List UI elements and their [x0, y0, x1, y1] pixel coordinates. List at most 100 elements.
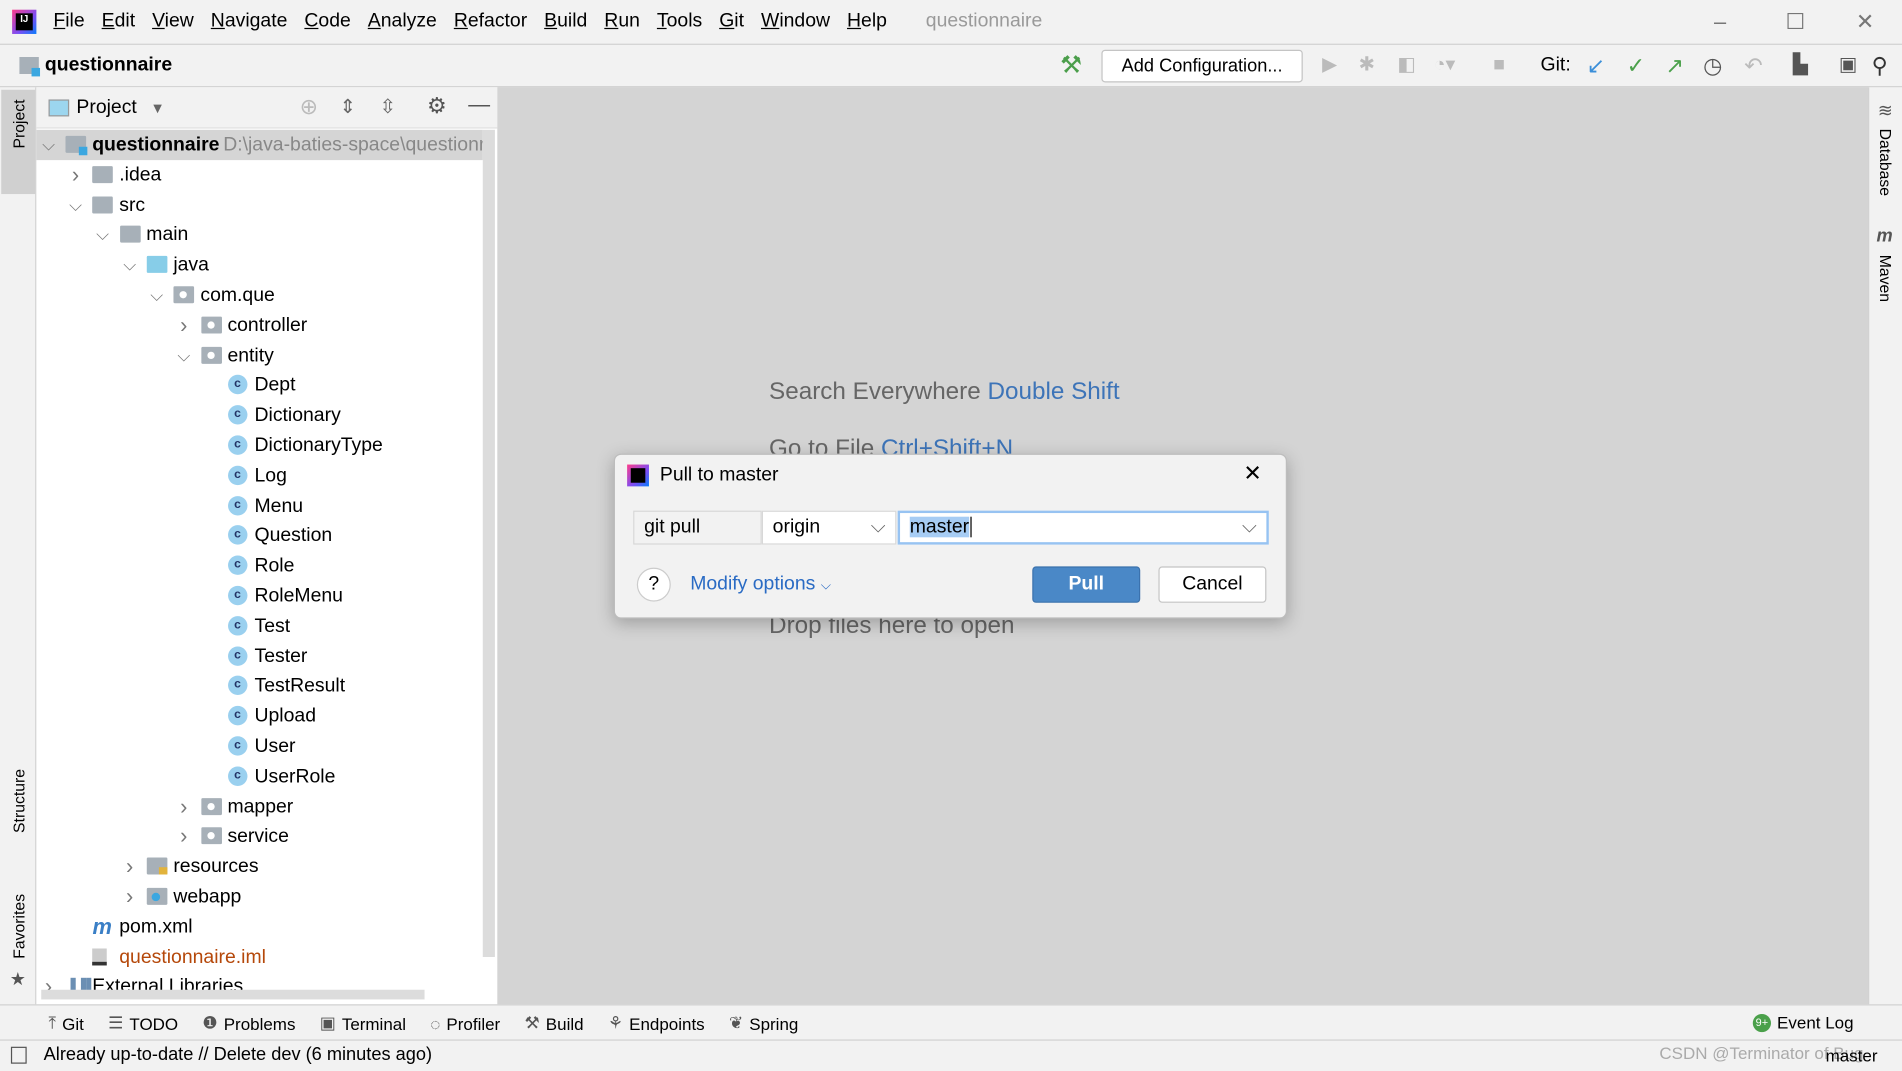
menu-git[interactable]: Git [719, 11, 744, 33]
project-view-selector[interactable]: Project [76, 97, 136, 119]
project-name[interactable]: questionnaire [45, 55, 172, 77]
menu-run[interactable]: Run [604, 11, 640, 33]
add-configuration-button[interactable]: Add Configuration... [1101, 49, 1303, 83]
chevron-right-icon[interactable]: › [176, 792, 191, 822]
tree-item[interactable]: c DictionaryType [36, 431, 482, 461]
modify-options-link[interactable]: Modify options ⌵ [690, 574, 831, 596]
collapse-all-icon[interactable]: ⇳ [380, 95, 396, 119]
tab-favorites[interactable]: Favorites [10, 894, 28, 959]
menu-help[interactable]: Help [847, 11, 887, 33]
maximize-button[interactable]: ☐ [1786, 10, 1806, 35]
chevron-right-icon[interactable]: › [176, 310, 191, 340]
menu-edit[interactable]: Edit [102, 11, 135, 33]
tree-item[interactable]: c Dictionary [36, 400, 482, 430]
menu-analyze[interactable]: Analyze [368, 11, 437, 33]
menu-file[interactable]: File [53, 11, 84, 33]
tab-terminal[interactable]: ▣ Terminal [320, 1013, 406, 1034]
chevron-down-icon[interactable]: ⌵ [1242, 513, 1257, 542]
tree-item[interactable]: › webapp [36, 882, 482, 912]
tree-item[interactable]: questionnaire.iml [36, 942, 482, 972]
tree-vertical-scrollbar[interactable] [482, 129, 495, 957]
tree-item[interactable]: c TestResult [36, 671, 482, 701]
tab-profiler[interactable]: ◌ Profiler [430, 1013, 500, 1032]
tree-item[interactable]: c Question [36, 521, 482, 551]
search-icon[interactable]: ⚲ [1872, 55, 1888, 77]
menu-refactor[interactable]: Refactor [454, 11, 527, 33]
stop-icon[interactable]: ■ [1493, 55, 1505, 77]
chevron-right-icon[interactable]: › [122, 882, 137, 912]
tab-problems[interactable]: ❶ Problems [202, 1013, 295, 1034]
tree-item[interactable]: c Menu [36, 491, 482, 521]
tree-item[interactable]: c Role [36, 551, 482, 581]
chevron-down-icon[interactable]: ⌵ [68, 190, 83, 220]
menu-code[interactable]: Code [304, 11, 350, 33]
menu-build[interactable]: Build [544, 11, 587, 33]
tree-item[interactable]: › service [36, 822, 482, 852]
git-history-icon[interactable]: ◷ [1703, 55, 1722, 77]
coverage-icon[interactable]: ◧ [1397, 55, 1415, 77]
tree-item[interactable]: ⌵ src [36, 190, 482, 220]
pull-button[interactable]: Pull [1032, 566, 1141, 603]
build-hammer-icon[interactable]: ⚒ [1060, 53, 1082, 77]
chevron-down-icon[interactable]: ⌵ [41, 130, 56, 160]
tree-item[interactable]: ⌵ entity [36, 340, 482, 370]
project-structure-icon[interactable]: ▙ [1793, 55, 1808, 77]
tree-item[interactable]: ⌵ java [36, 250, 482, 280]
git-commit-icon[interactable]: ✓ [1627, 55, 1645, 77]
remote-select[interactable]: origin ⌵ [761, 510, 897, 545]
tree-item[interactable]: c Tester [36, 641, 482, 671]
tree-item[interactable]: c Upload [36, 701, 482, 731]
gear-icon[interactable]: ⚙ [427, 93, 447, 118]
chevron-down-icon[interactable]: ⌵ [149, 280, 164, 310]
close-window-button[interactable]: ✕ [1856, 10, 1874, 35]
git-update-icon[interactable]: ↙ [1587, 55, 1605, 77]
debug-icon[interactable]: ✱ [1359, 55, 1375, 77]
tree-item[interactable]: › .idea [36, 160, 482, 190]
menu-window[interactable]: Window [761, 11, 830, 33]
chevron-down-icon[interactable]: ⌵ [122, 250, 137, 280]
tab-project[interactable]: Project [10, 99, 28, 148]
tree-item[interactable]: c User [36, 731, 482, 761]
tab-build[interactable]: ⚒ Build [524, 1013, 583, 1034]
tree-horizontal-scrollbar[interactable] [41, 989, 425, 1000]
chevron-down-icon[interactable]: ⌵ [95, 220, 110, 250]
chevron-right-icon[interactable]: › [176, 822, 191, 852]
run-icon[interactable]: ▶ [1322, 55, 1337, 77]
panel-toggle-icon[interactable] [10, 1046, 27, 1064]
hide-panel-icon[interactable]: — [468, 92, 490, 117]
tree-item[interactable]: › controller [36, 310, 482, 340]
tab-spring[interactable]: ❦ Spring [729, 1013, 798, 1034]
status-message[interactable]: Already up-to-date // Delete dev (6 minu… [44, 1044, 432, 1065]
tab-todo[interactable]: ☰ TODO [108, 1013, 178, 1034]
tree-item[interactable]: ⌵ com.que [36, 280, 482, 310]
tab-structure[interactable]: Structure [10, 769, 28, 833]
tab-endpoints[interactable]: ⚘ Endpoints [608, 1013, 705, 1034]
git-rollback-icon[interactable]: ↶ [1744, 55, 1762, 77]
tree-item[interactable]: ⌵ questionnaire D:\java-baties-space\quest… [36, 129, 490, 161]
tree-item[interactable]: m pom.xml [36, 912, 482, 942]
locate-icon[interactable]: ⊕ [300, 95, 318, 120]
expand-all-icon[interactable]: ⇕ [340, 95, 356, 119]
branch-input[interactable]: master ⌵ [897, 510, 1269, 545]
tree-item[interactable]: c Log [36, 461, 482, 491]
help-button[interactable]: ? [636, 567, 671, 602]
tab-database[interactable]: Database [1877, 129, 1895, 197]
event-log-button[interactable]: 9+ Event Log [1752, 1013, 1854, 1032]
run-anything-icon[interactable]: ▣ [1839, 55, 1857, 77]
tree-item[interactable]: c Dept [36, 370, 482, 400]
tree-item[interactable]: › mapper [36, 792, 482, 822]
tab-git[interactable]: ⤒ Git [49, 1013, 84, 1034]
chevron-right-icon[interactable]: › [122, 852, 137, 882]
tree-item[interactable]: c UserRole [36, 761, 482, 791]
chevron-right-icon[interactable]: › [68, 160, 83, 190]
close-icon[interactable]: ✕ [1243, 461, 1261, 486]
git-push-icon[interactable]: ↗ [1665, 55, 1683, 77]
git-branch-widget[interactable]: master [1826, 1046, 1878, 1065]
profile-icon[interactable]: ◔▾ [1434, 55, 1455, 77]
cancel-button[interactable]: Cancel [1158, 566, 1267, 603]
menu-view[interactable]: View [152, 11, 194, 33]
tab-maven[interactable]: Maven [1877, 255, 1895, 302]
chevron-down-icon[interactable]: ⌵ [176, 340, 191, 370]
tree-item[interactable]: › resources [36, 852, 482, 882]
chevron-down-icon[interactable]: ▼ [150, 99, 164, 116]
